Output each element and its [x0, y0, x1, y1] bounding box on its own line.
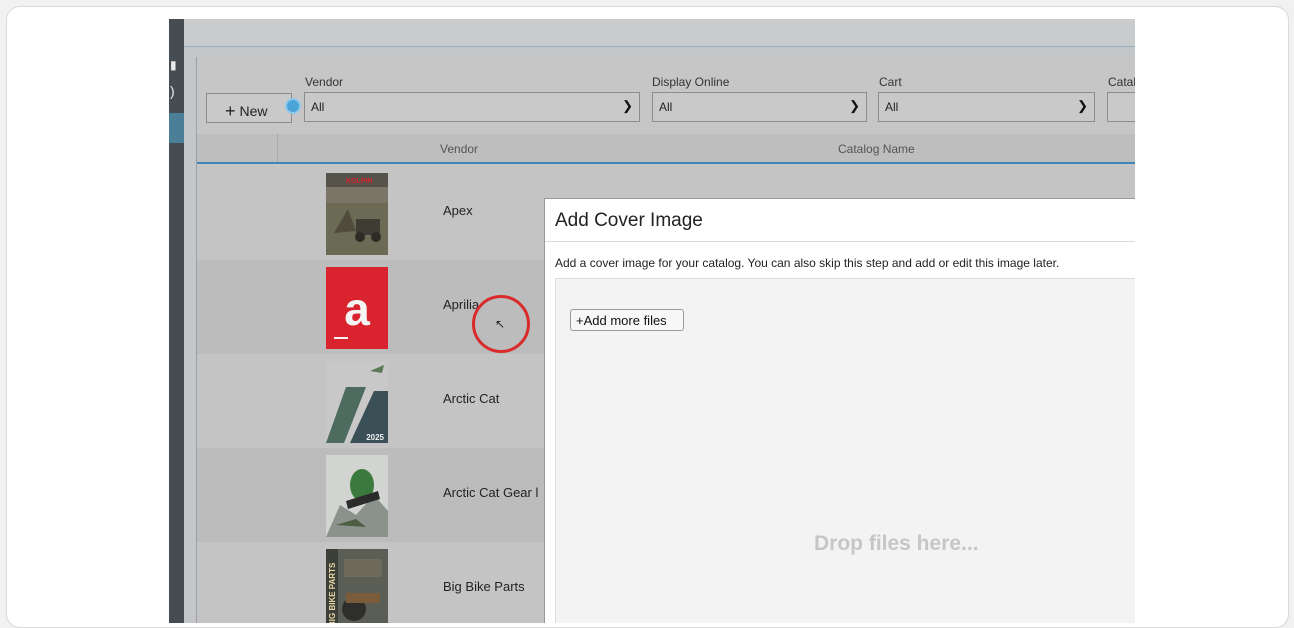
cart-filter-label: Cart	[879, 75, 902, 89]
top-strip	[184, 19, 1135, 47]
dialog-description: Add a cover image for your catalog. You …	[555, 256, 1060, 270]
nav-item-active[interactable]	[169, 113, 184, 143]
display-online-filter-label: Display Online	[652, 75, 730, 89]
catalog-filter-label: Catal	[1108, 75, 1135, 89]
chevron-down-icon: ❯	[1077, 98, 1088, 113]
vendor-name: Big Bike Parts	[443, 579, 525, 594]
catalog-filter-select[interactable]	[1107, 92, 1135, 122]
nav-icon[interactable]: ▮	[170, 59, 177, 71]
info-icon[interactable]	[285, 98, 301, 114]
vendor-name: Arctic Cat	[443, 391, 500, 406]
add-more-files-button[interactable]: +Add more files	[570, 309, 684, 331]
display-online-filter-select[interactable]: All ❯	[652, 92, 867, 122]
column-divider	[277, 134, 278, 162]
add-cover-image-dialog: Add Cover Image Add a cover image for yo…	[544, 198, 1135, 623]
file-drop-zone[interactable]: +Add more files Drop files here...	[555, 278, 1135, 623]
chevron-down-icon: ❯	[849, 98, 860, 113]
catalog-cover-thumbnail: 2025	[326, 361, 388, 443]
nav-icon-circle[interactable]: )	[170, 84, 175, 98]
vendor-name: Arctic Cat Gear l	[443, 485, 539, 500]
vendor-filter-label: Vendor	[305, 75, 344, 89]
plus-icon: +	[225, 101, 236, 121]
table-header: Vendor Catalog Name	[197, 134, 1135, 164]
dialog-divider	[545, 241, 1135, 242]
catalog-cover-thumbnail: KOLPIN	[326, 173, 388, 255]
thumb-brand-text: a	[344, 283, 370, 335]
vendor-filter-value: All	[311, 100, 325, 114]
display-online-filter-value: All	[659, 100, 673, 114]
vendor-filter-select[interactable]: All ❯	[304, 92, 640, 122]
catalog-cover-thumbnail: BIG BIKE PARTS	[326, 549, 388, 623]
drop-files-hint: Drop files here...	[814, 532, 979, 555]
thumb-brand-text: KOLPIN	[346, 178, 372, 185]
thumb-brand-text: BIG BIKE PARTS	[328, 562, 337, 623]
cart-filter-value: All	[885, 100, 899, 114]
new-button[interactable]: + New	[206, 93, 292, 123]
thumb-year-text: 2025	[366, 433, 384, 442]
new-button-label: New	[239, 103, 268, 119]
mouse-cursor-icon: ↖	[495, 317, 506, 331]
left-nav-bar: ▮ )	[169, 19, 184, 623]
catalog-cover-thumbnail: a	[326, 267, 388, 349]
app-window: ▮ ) + New Vendor All ❯ Display Online All…	[169, 19, 1135, 623]
column-header-vendor[interactable]: Vendor	[440, 142, 478, 156]
vendor-name: Aprilia	[443, 297, 480, 312]
vendor-name: Apex	[443, 203, 473, 218]
dialog-title: Add Cover Image	[555, 210, 703, 231]
cart-filter-select[interactable]: All ❯	[878, 92, 1095, 122]
column-header-catalog-name[interactable]: Catalog Name	[838, 142, 915, 156]
screenshot-frame: ▮ ) + New Vendor All ❯ Display Online All…	[6, 6, 1289, 628]
chevron-down-icon: ❯	[622, 98, 633, 113]
catalog-cover-thumbnail	[326, 455, 388, 537]
